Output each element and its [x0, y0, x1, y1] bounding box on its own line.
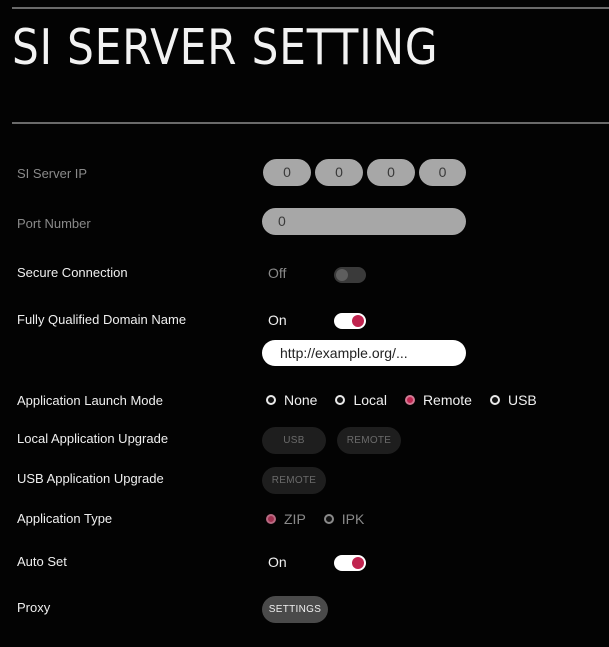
radio-label: USB — [507, 392, 537, 408]
si-server-ip-octet-4[interactable]: 0 — [419, 159, 466, 186]
local-upgrade-remote-button[interactable]: REMOTE — [337, 427, 401, 454]
launch-mode-none-radio[interactable]: None — [266, 392, 317, 408]
fqdn-toggle[interactable] — [334, 313, 366, 329]
radio-dot-icon — [323, 514, 334, 524]
title-divider — [12, 122, 609, 124]
si-server-ip-octet-2[interactable]: 0 — [315, 159, 363, 186]
top-divider — [12, 7, 609, 9]
app-type-ipk-radio[interactable]: IPK — [323, 511, 365, 527]
auto-set-state: On — [268, 554, 287, 570]
radio-label: IPK — [341, 511, 365, 527]
radio-dot-icon — [266, 395, 276, 405]
usb-upgrade-remote-button[interactable]: REMOTE — [262, 467, 326, 494]
secure-connection-state: Off — [268, 265, 287, 281]
radio-label: Remote — [422, 392, 472, 408]
app-type-label: Application Type — [17, 511, 113, 526]
toggle-knob — [352, 557, 364, 569]
si-server-ip-label: SI Server IP — [17, 166, 88, 181]
launch-mode-remote-radio[interactable]: Remote — [404, 392, 472, 408]
fqdn-label: Fully Qualified Domain Name — [17, 312, 187, 327]
secure-connection-toggle[interactable] — [334, 267, 366, 283]
launch-mode-local-radio[interactable]: Local — [335, 392, 387, 408]
auto-set-label: Auto Set — [17, 554, 67, 569]
launch-mode-label: Application Launch Mode — [17, 393, 163, 408]
si-server-ip-octet-1[interactable]: 0 — [263, 159, 311, 186]
radio-dot-icon — [335, 395, 346, 405]
auto-set-toggle[interactable] — [334, 555, 366, 571]
app-type-radio-group: ZIP IPK — [266, 511, 382, 527]
port-number-label: Port Number — [17, 216, 91, 231]
local-upgrade-usb-button[interactable]: USB — [262, 427, 326, 454]
secure-connection-label: Secure Connection — [17, 265, 128, 280]
toggle-knob — [352, 315, 364, 327]
page-title: SI SERVER SETTING — [12, 19, 439, 76]
radio-label: None — [284, 392, 318, 408]
radio-label: Local — [353, 392, 387, 408]
toggle-knob — [336, 269, 348, 281]
proxy-label: Proxy — [17, 600, 51, 615]
si-server-setting-screen: SI SERVER SETTING SI Server IP 0 0 0 0 P… — [0, 0, 609, 647]
radio-dot-icon — [489, 395, 500, 405]
proxy-settings-button[interactable]: SETTINGS — [262, 596, 328, 623]
radio-dot-selected-icon — [404, 395, 415, 405]
app-type-zip-radio[interactable]: ZIP — [266, 511, 306, 527]
launch-mode-radio-group: None Local Remote USB — [266, 392, 555, 408]
fqdn-url-input[interactable]: http://example.org/... — [262, 340, 466, 366]
radio-label: ZIP — [284, 511, 306, 527]
usb-upgrade-label: USB Application Upgrade — [17, 471, 164, 486]
si-server-ip-octet-3[interactable]: 0 — [367, 159, 415, 186]
local-upgrade-label: Local Application Upgrade — [17, 431, 169, 446]
radio-dot-selected-icon — [266, 514, 276, 524]
fqdn-state: On — [268, 312, 287, 328]
launch-mode-usb-radio[interactable]: USB — [489, 392, 537, 408]
port-number-input[interactable]: 0 — [262, 208, 466, 235]
